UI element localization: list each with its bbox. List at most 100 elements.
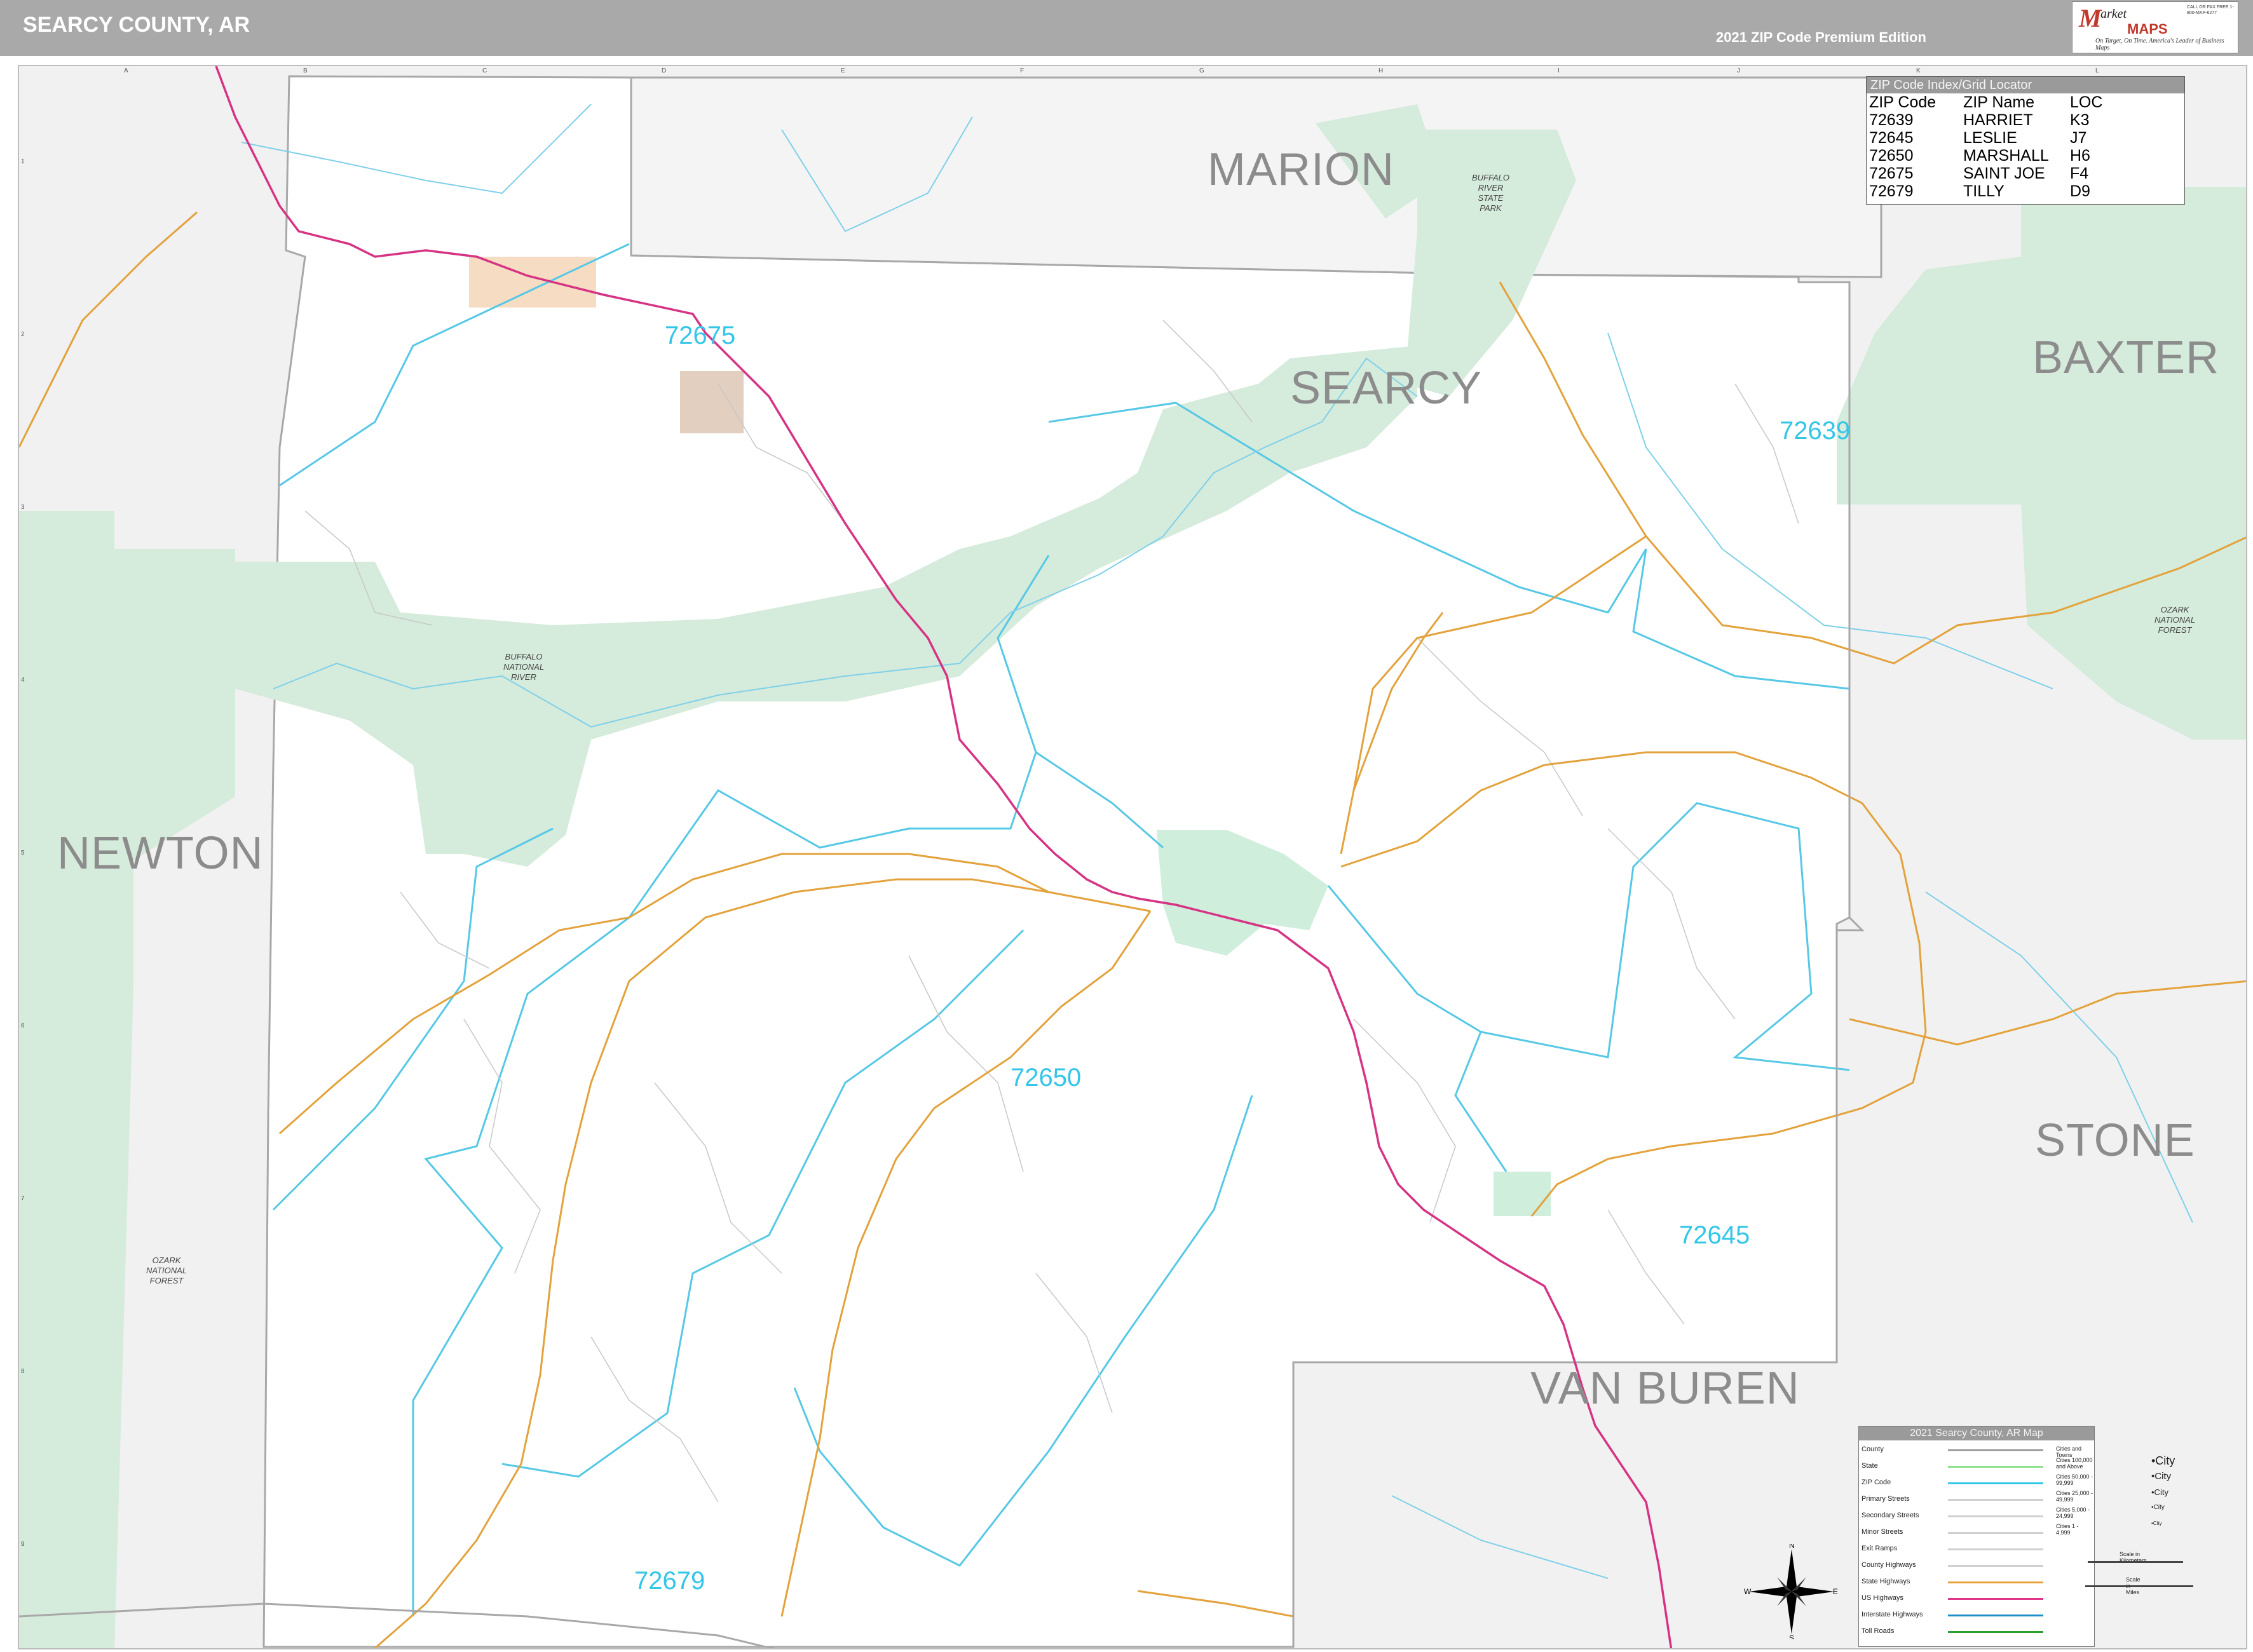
zip-index-table: ZIP Code Index/Grid Locator ZIP Code ZIP… — [1866, 76, 2185, 205]
legend-city-sample: •City — [2151, 1487, 2168, 1497]
legend-item-label: ZIP Code — [1862, 1479, 1891, 1486]
county-label-newton: NEWTON — [57, 828, 264, 879]
grid-col-label: B — [303, 67, 308, 74]
legend-item-label: Interstate Highways — [1862, 1611, 1923, 1618]
zip-index-row: 72645 LESLIE J7 — [1869, 129, 2087, 147]
legend-item-swatch — [1948, 1532, 2043, 1534]
legend-item-swatch — [1948, 1615, 2043, 1616]
legend-item-swatch — [1948, 1499, 2043, 1501]
grid-col-label: K — [1916, 67, 1921, 74]
zip-index-row: 72650 MARSHALL H6 — [1869, 147, 2090, 165]
legend-item-swatch — [1948, 1466, 2043, 1468]
zip-index-row: 72639 HARRIET K3 — [1869, 111, 2090, 129]
city-patch-nw — [469, 257, 596, 308]
zip-index-col-loc: LOC — [2070, 93, 2103, 111]
grid-row-label: 2 — [21, 331, 25, 338]
grid-row-label: 4 — [21, 677, 25, 684]
county-label-van-buren: VAN BUREN — [1530, 1363, 1800, 1414]
forest-label-ozark-east: OZARK NATIONAL FOREST — [2154, 605, 2196, 635]
zip-index-col-name: ZIP Name — [1963, 93, 2035, 111]
grid-row-label: 3 — [21, 504, 25, 511]
grid-col-label: C — [482, 67, 487, 74]
legend-item-label: US Highways — [1862, 1594, 1904, 1602]
grid-row-label: 6 — [21, 1022, 25, 1029]
compass-w: W — [1744, 1587, 1752, 1596]
grid-col-label: F — [1020, 67, 1024, 74]
logo-maps: MAPS — [2127, 21, 2168, 37]
county-label-baxter: BAXTER — [2032, 332, 2220, 383]
legend-item-label: Secondary Streets — [1862, 1512, 1919, 1519]
grid-col-label: D — [662, 67, 667, 74]
legend-city-sample: •City — [2151, 1471, 2172, 1482]
grid-col-label: I — [1558, 67, 1560, 74]
legend-item-label: County — [1862, 1446, 1884, 1453]
grid-col-label: L — [2095, 67, 2099, 74]
county-label-searcy: SEARCY — [1290, 363, 1483, 414]
zip-label-72645: 72645 — [1679, 1221, 1750, 1249]
forest-label-buffalo-national-river: BUFFALO NATIONAL RIVER — [503, 652, 545, 682]
grid-col-label: E — [841, 67, 845, 74]
legend-city-sample: •City — [2151, 1504, 2165, 1511]
legend-city-range: Cities 100,000 and Above — [2056, 1457, 2093, 1470]
zip-index-row: 72679 TILLY D9 — [1869, 182, 2090, 200]
legend-city-range: Cities 5,000 - 24,999 — [2056, 1506, 2090, 1519]
grid-col-label: G — [1199, 67, 1204, 74]
county-label-stone: STONE — [2035, 1115, 2195, 1166]
header-bar: SEARCY COUNTY, AR 2021 ZIP Code Premium … — [0, 0, 2253, 56]
grid-row-label: 1 — [21, 158, 25, 165]
logo-tagline: On Target, On Time. America's Leader of … — [2095, 37, 2224, 51]
compass-rose-icon: N S E W — [1744, 1544, 1838, 1639]
logo-letter: M — [2079, 4, 2102, 32]
legend-item-swatch — [1948, 1449, 2043, 1451]
edition-label: 2021 ZIP Code Premium Edition — [1716, 29, 1926, 45]
compass-s: S — [1789, 1634, 1794, 1639]
city-patch-saint-joe — [680, 371, 744, 433]
legend-city-range: Cities 25,000 - 49,999 — [2056, 1490, 2093, 1503]
zip-index-grid: ZIP Code ZIP Name LOC 72639 HARRIET K3 726… — [1868, 93, 2106, 200]
zip-index-title: ZIP Code Index/Grid Locator — [1867, 77, 2184, 93]
legend-item-label: Toll Roads — [1862, 1627, 1895, 1635]
zip-label-72639: 72639 — [1780, 417, 1851, 445]
legend-item-swatch — [1948, 1565, 2043, 1567]
grid-row-label: 9 — [21, 1541, 25, 1548]
legend-item-swatch — [1948, 1598, 2043, 1600]
legend-item-label: State — [1862, 1462, 1878, 1470]
map-title: SEARCY COUNTY, AR — [23, 13, 250, 37]
legend-city-sample: •City — [2151, 1454, 2175, 1467]
legend-cities-title: Cities and Towns — [2056, 1446, 2082, 1458]
city-patch-leslie — [1494, 1172, 1551, 1216]
forest-label-buffalo-state-park: BUFFALO RIVER STATE PARK — [1472, 173, 1509, 213]
county-label-marion: MARION — [1208, 144, 1394, 195]
grid-col-label: A — [124, 67, 128, 74]
legend-item-label: State Highways — [1862, 1578, 1910, 1585]
legend-item-label: Exit Ramps — [1862, 1545, 1898, 1552]
map-svg — [19, 66, 2246, 1648]
legend-item-swatch — [1948, 1482, 2043, 1484]
legend-item-label: County Highways — [1862, 1561, 1916, 1569]
map-canvas[interactable]: A B C D E F G H I J K L 1 2 3 4 5 6 7 8 9 MARION SEARCY BAX… — [18, 65, 2247, 1649]
zip-index-col-zip: ZIP Code — [1869, 93, 1936, 111]
zip-label-72675: 72675 — [665, 322, 736, 349]
zip-label-72679: 72679 — [634, 1567, 705, 1595]
map-legend: 2021 Searcy County, AR Map County State ZI… — [1858, 1426, 2193, 1647]
legend-item-label: Minor Streets — [1862, 1528, 1903, 1536]
zip-index-row: 72675 SAINT JOE F4 — [1869, 165, 2089, 182]
market-maps-logo: M arket MAPS On Target, On Time. America… — [2072, 1, 2238, 53]
zip-index-header-row: ZIP Code ZIP Name LOC — [1868, 93, 2106, 111]
logo-contact: CALL OR FAX FREE 1-800-MAP-6277 — [2187, 5, 2234, 15]
legend-item-label: Primary Streets — [1862, 1495, 1910, 1503]
compass-n: N — [1789, 1544, 1795, 1550]
legend-city-range: Cities 1 - 4,999 — [2056, 1523, 2079, 1536]
legend-title: 2021 Searcy County, AR Map — [1859, 1426, 2094, 1440]
legend-scale-miles-bar — [2085, 1585, 2193, 1587]
legend-city-sample: •City — [2151, 1520, 2162, 1526]
grid-col-label: J — [1737, 67, 1740, 74]
grid-row-label: 5 — [21, 850, 25, 856]
logo-word: arket — [2100, 7, 2127, 21]
forest-label-ozark-west: OZARK NATIONAL FOREST — [146, 1256, 187, 1285]
grid-row-label: 7 — [21, 1195, 25, 1202]
legend-item-swatch — [1948, 1631, 2043, 1633]
legend-item-swatch — [1948, 1548, 2043, 1550]
compass-e: E — [1833, 1587, 1838, 1596]
legend-scale-km-bar — [2088, 1561, 2183, 1563]
